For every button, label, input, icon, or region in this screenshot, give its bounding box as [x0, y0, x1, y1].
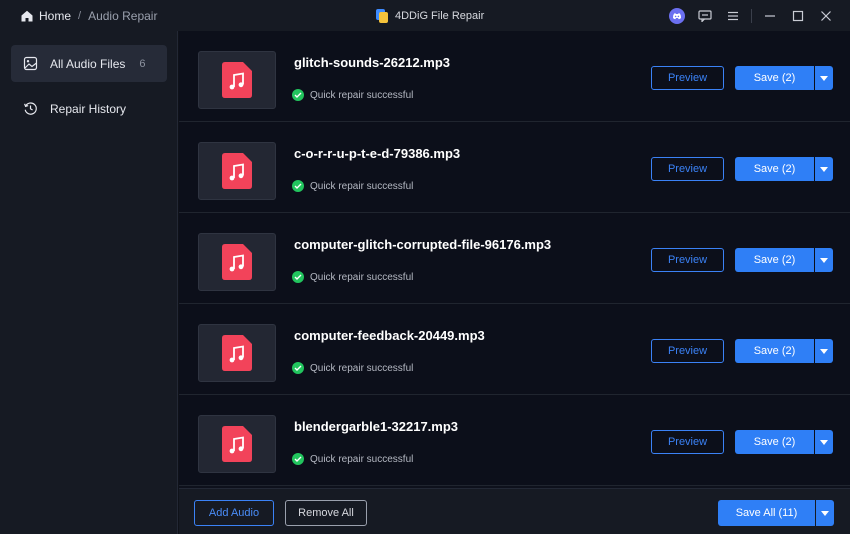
repair-status-text: Quick repair successful: [310, 89, 414, 101]
file-name: computer-glitch-corrupted-file-96176.mp3: [294, 237, 552, 252]
save-all-button[interactable]: Save All (11): [718, 500, 815, 526]
file-row: computer-glitch-corrupted-file-96176.mp3…: [179, 213, 850, 304]
repair-status: Quick repair successful: [292, 362, 413, 374]
app-logo-icon: [376, 8, 388, 23]
remove-all-button[interactable]: Remove All: [285, 500, 367, 526]
discord-button[interactable]: [663, 0, 691, 31]
check-circle-icon: [292, 89, 304, 101]
save-dropdown-button[interactable]: [815, 66, 833, 90]
close-button[interactable]: [812, 0, 840, 31]
caret-down-icon: [821, 510, 829, 516]
add-audio-button[interactable]: Add Audio: [194, 500, 274, 526]
window-controls: [663, 0, 840, 31]
maximize-button[interactable]: [784, 0, 812, 31]
repair-status: Quick repair successful: [292, 180, 413, 192]
history-icon: [24, 102, 37, 115]
file-name: computer-feedback-20449.mp3: [294, 328, 485, 343]
app-title: 4DDiG File Repair: [376, 0, 484, 31]
save-dropdown-button[interactable]: [815, 157, 833, 181]
music-file-icon: [222, 153, 252, 189]
menu-button[interactable]: [719, 0, 747, 31]
preview-button[interactable]: Preview: [651, 248, 724, 272]
breadcrumb-home[interactable]: Home: [39, 9, 71, 23]
discord-icon: [669, 7, 685, 24]
repair-status-text: Quick repair successful: [310, 271, 414, 283]
sidebar-item-all-audio-files[interactable]: All Audio Files 6: [11, 45, 167, 82]
check-circle-icon: [292, 453, 304, 465]
save-dropdown-button[interactable]: [815, 248, 833, 272]
music-file-icon: [222, 244, 252, 280]
breadcrumb: Home / Audio Repair: [0, 9, 157, 23]
hamburger-menu-icon: [728, 11, 738, 20]
music-file-icon: [222, 335, 252, 371]
file-row: computer-feedback-20449.mp3 Quick repair…: [179, 304, 850, 395]
repair-status: Quick repair successful: [292, 89, 413, 101]
save-dropdown-button[interactable]: [815, 339, 833, 363]
file-thumbnail: [198, 51, 276, 109]
caret-down-icon: [820, 439, 828, 445]
save-button[interactable]: Save (2): [735, 339, 814, 363]
minimize-button[interactable]: [756, 0, 784, 31]
sidebar-item-repair-history[interactable]: Repair History: [11, 90, 167, 127]
feedback-icon: [698, 9, 712, 22]
preview-button[interactable]: Preview: [651, 430, 724, 454]
caret-down-icon: [820, 166, 828, 172]
titlebar-divider: [751, 8, 752, 23]
check-circle-icon: [292, 180, 304, 192]
file-thumbnail: [198, 142, 276, 200]
repair-status: Quick repair successful: [292, 271, 413, 283]
file-name: blendergarble1-32217.mp3: [294, 419, 459, 434]
caret-down-icon: [820, 257, 828, 263]
image-icon: [23, 56, 38, 71]
sidebar: All Audio Files 6 Repair History: [0, 31, 178, 534]
check-circle-icon: [292, 362, 304, 374]
breadcrumb-separator: /: [78, 9, 82, 22]
music-file-icon: [222, 426, 252, 462]
maximize-icon: [792, 10, 804, 21]
save-button[interactable]: Save (2): [735, 66, 814, 90]
preview-button[interactable]: Preview: [651, 157, 724, 181]
bottom-action-bar: Add Audio Remove All Save All (11): [179, 488, 850, 534]
save-button[interactable]: Save (2): [735, 248, 814, 272]
save-dropdown-button[interactable]: [815, 430, 833, 454]
save-button[interactable]: Save (2): [735, 157, 814, 181]
file-count-badge: 6: [139, 57, 146, 70]
repair-status-text: Quick repair successful: [310, 453, 414, 465]
file-thumbnail: [198, 324, 276, 382]
sidebar-item-label: Repair History: [50, 101, 127, 116]
minimize-icon: [765, 14, 775, 17]
file-row: c-o-r-r-u-p-t-e-d-79386.mp3 Quick repair…: [179, 122, 850, 213]
preview-button[interactable]: Preview: [651, 339, 724, 363]
file-row: glitch-sounds-26212.mp3 Quick repair suc…: [179, 31, 850, 122]
save-all-dropdown-button[interactable]: [816, 500, 834, 526]
repair-status: Quick repair successful: [292, 453, 413, 465]
preview-button[interactable]: Preview: [651, 66, 724, 90]
caret-down-icon: [820, 75, 828, 81]
sidebar-item-label: All Audio Files: [50, 56, 126, 71]
save-button[interactable]: Save (2): [735, 430, 814, 454]
title-bar: Home / Audio Repair 4DDiG File Repair: [0, 0, 850, 31]
breadcrumb-current: Audio Repair: [88, 8, 158, 23]
close-icon: [821, 10, 831, 21]
file-name: glitch-sounds-26212.mp3: [294, 55, 451, 70]
home-icon[interactable]: [20, 9, 34, 23]
file-thumbnail: [198, 415, 276, 473]
app-title-text: 4DDiG File Repair: [395, 9, 485, 22]
file-list: glitch-sounds-26212.mp3 Quick repair suc…: [179, 31, 850, 488]
file-row: blendergarble1-32217.mp3 Quick repair su…: [179, 395, 850, 486]
feedback-button[interactable]: [691, 0, 719, 31]
file-name: c-o-r-r-u-p-t-e-d-79386.mp3: [294, 146, 461, 161]
caret-down-icon: [820, 348, 828, 354]
check-circle-icon: [292, 271, 304, 283]
repair-status-text: Quick repair successful: [310, 180, 414, 192]
file-thumbnail: [198, 233, 276, 291]
repair-status-text: Quick repair successful: [310, 362, 414, 374]
music-file-icon: [222, 62, 252, 98]
